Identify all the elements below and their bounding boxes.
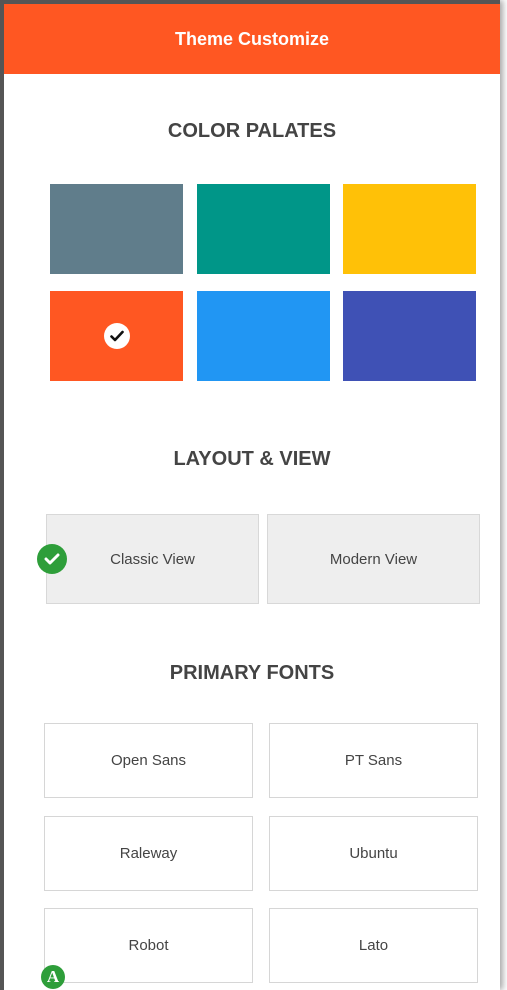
color-swatch-blue[interactable]	[197, 291, 330, 381]
font-option-label: Open Sans	[110, 752, 187, 769]
check-circle-icon	[37, 544, 67, 574]
font-option-pt-sans[interactable]: PT Sans	[269, 723, 478, 798]
color-swatch-deep-orange[interactable]	[50, 291, 183, 381]
section-title-color-palates: COLOR PALATES	[167, 120, 337, 142]
modern-view-label: Modern View	[329, 550, 418, 568]
font-option-raleway[interactable]: Raleway	[44, 816, 253, 891]
color-swatch-indigo[interactable]	[343, 291, 476, 381]
font-selected-badge-icon: A	[41, 965, 65, 989]
color-swatch-blue-grey[interactable]	[50, 184, 183, 274]
classic-view-button[interactable]: Classic View	[46, 514, 259, 604]
color-swatch-amber[interactable]	[343, 184, 476, 274]
font-option-label: Ubuntu	[349, 845, 398, 862]
check-icon	[103, 323, 130, 349]
panel-header: Theme Customize	[4, 4, 500, 74]
classic-view-label: Classic View	[110, 550, 195, 568]
font-option-ubuntu[interactable]: Ubuntu	[269, 816, 478, 891]
font-option-lato[interactable]: Lato	[269, 908, 478, 983]
section-title-layout-view: LAYOUT & VIEW	[173, 448, 331, 470]
font-option-open-sans[interactable]: Open Sans	[44, 723, 253, 798]
font-option-label: Robot	[128, 937, 169, 954]
font-option-robot[interactable]: Robot	[44, 908, 253, 983]
color-swatch-teal[interactable]	[197, 184, 330, 274]
font-option-label: Raleway	[119, 845, 178, 862]
font-option-label: Lato	[358, 937, 389, 954]
panel-title: Theme Customize	[174, 28, 330, 49]
font-option-label: PT Sans	[344, 752, 403, 769]
section-title-primary-fonts: PRIMARY FONTS	[169, 662, 335, 684]
modern-view-button[interactable]: Modern View	[267, 514, 480, 604]
theme-customize-panel: Theme Customize COLOR PALATES LAYOUT & V…	[0, 0, 500, 990]
